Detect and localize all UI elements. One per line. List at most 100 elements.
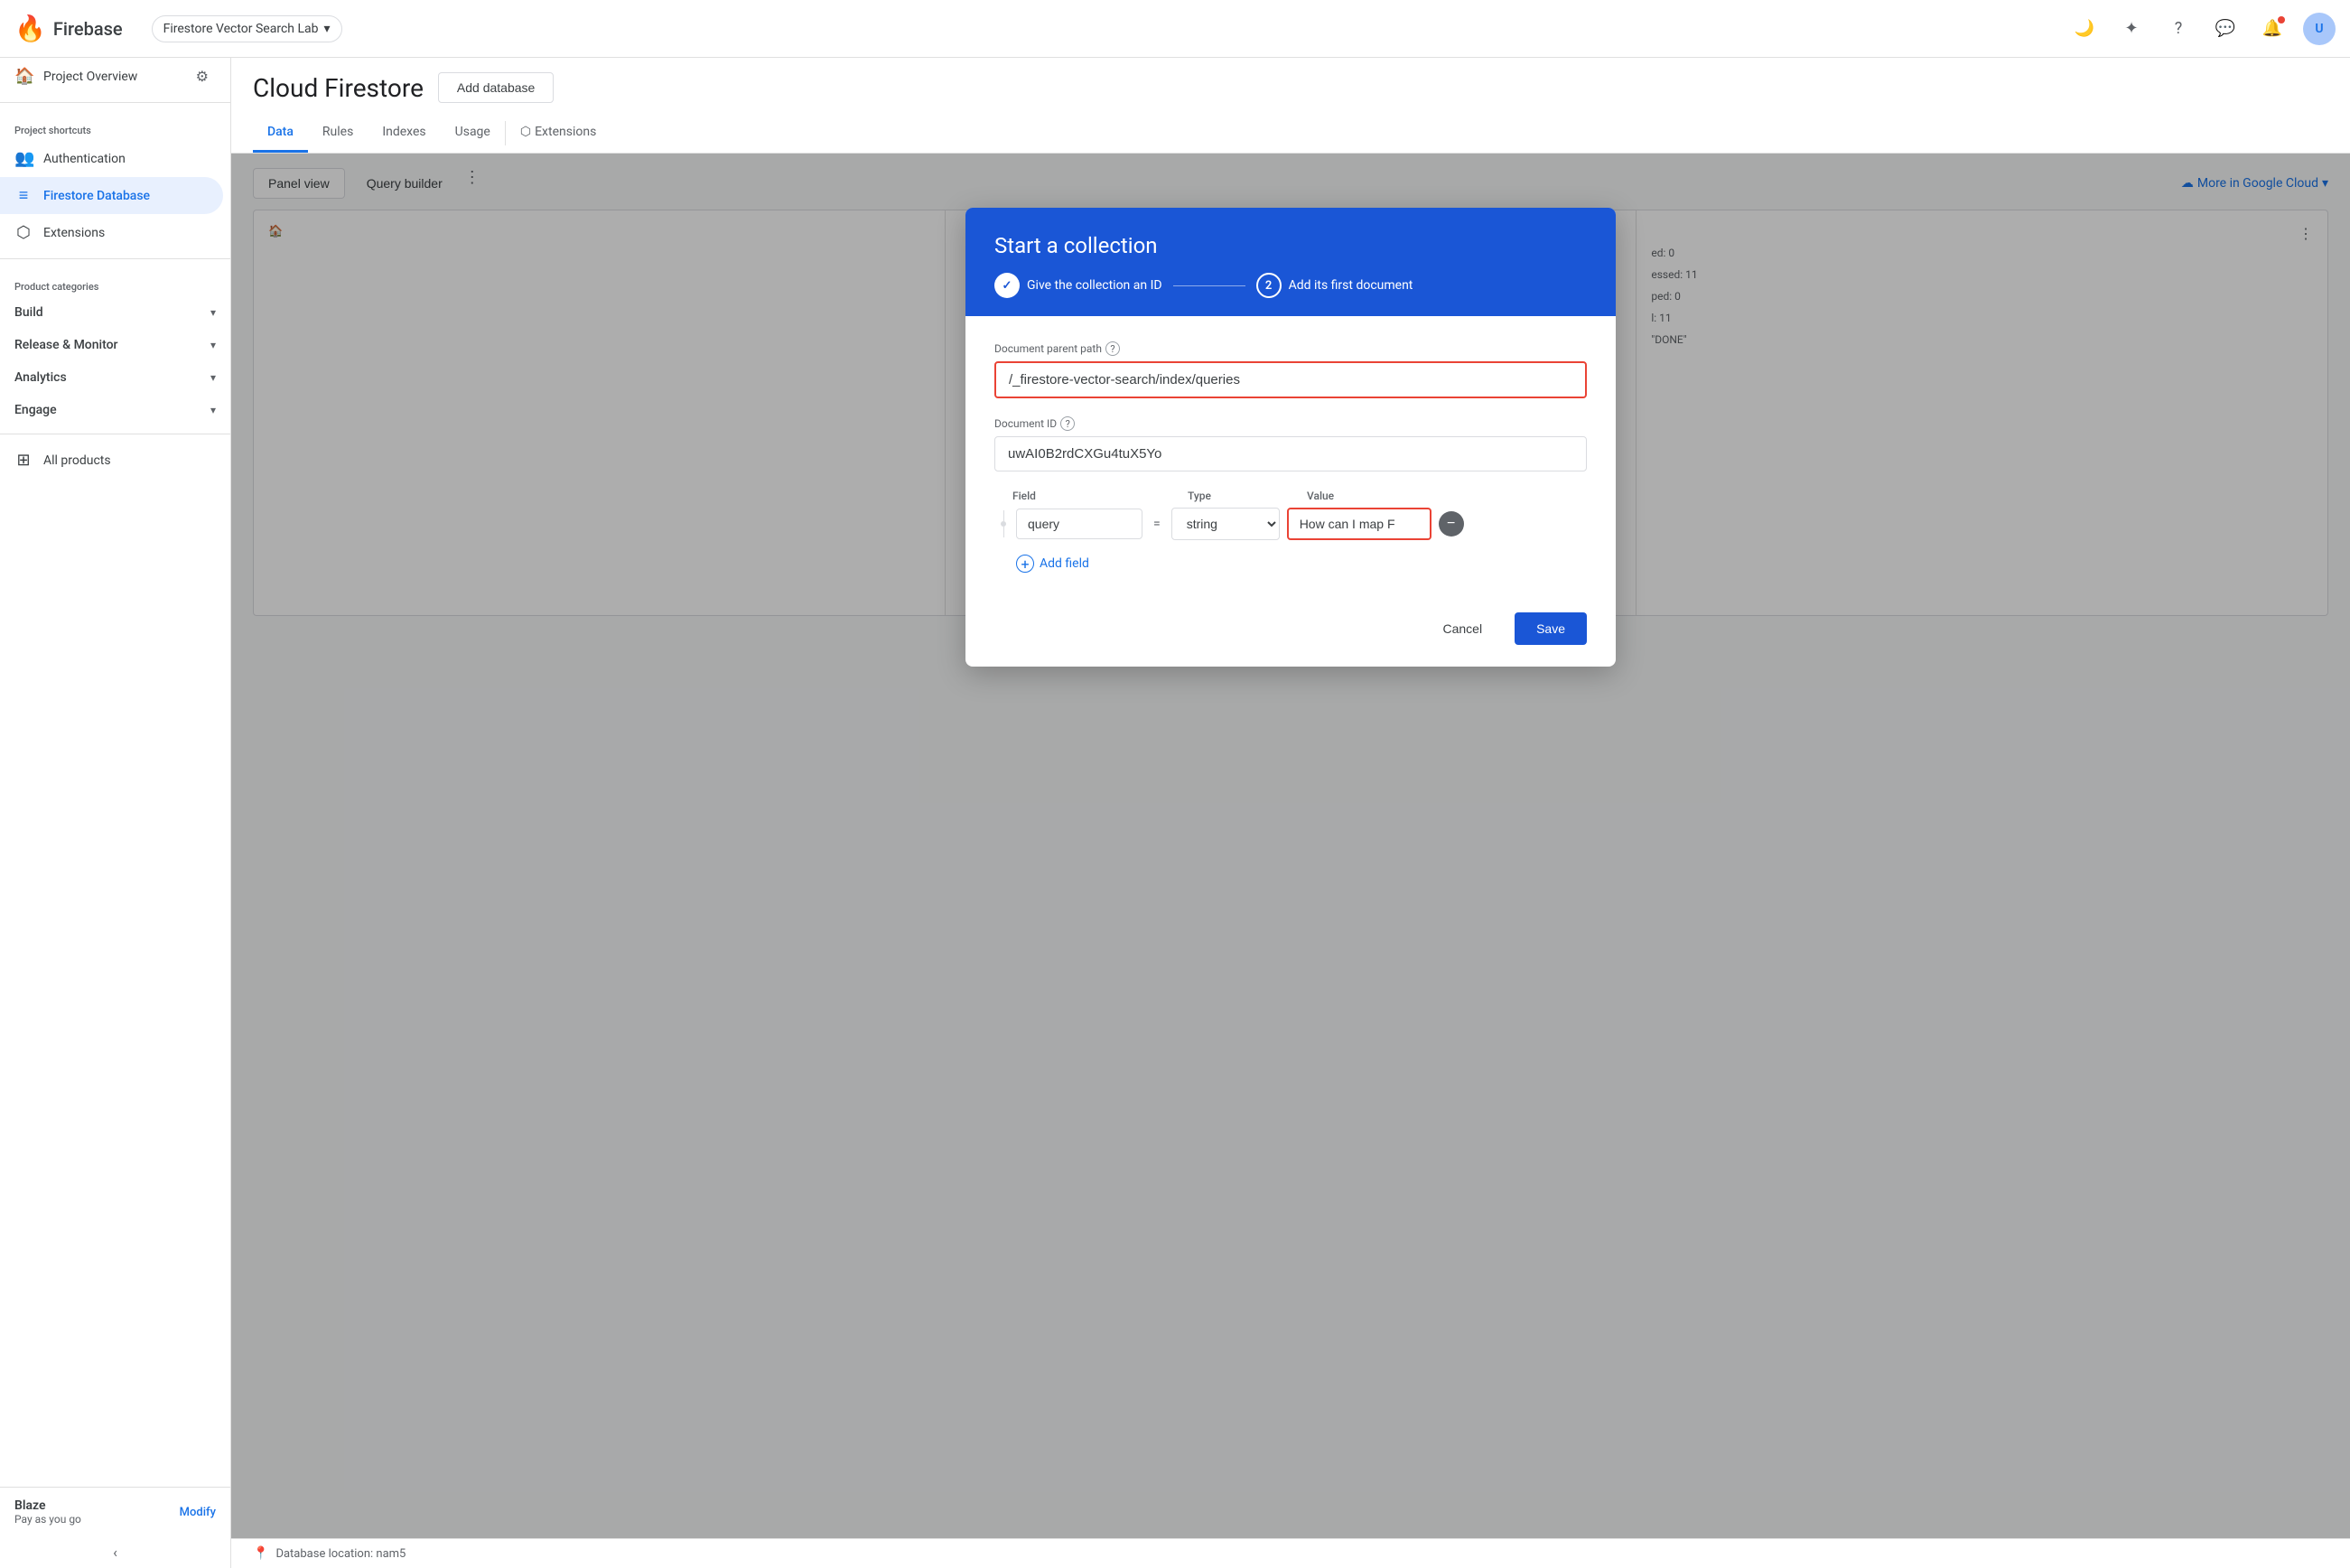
add-field-icon: + (1016, 555, 1034, 573)
step-line (1173, 285, 1245, 286)
field-row-decoration (994, 510, 1012, 537)
field-name-input[interactable] (1016, 509, 1142, 539)
sidebar-item-authentication[interactable]: 👥 Authentication (0, 140, 223, 177)
extensions-tab-label: Extensions (535, 125, 596, 139)
sidebar-item-project-overview[interactable]: 🏠 Project Overview ⚙ (0, 58, 223, 95)
extensions-tab-icon: ⬡ (520, 125, 531, 139)
field-value-input[interactable] (1287, 508, 1431, 540)
settings-icon[interactable]: ⚙ (196, 68, 209, 85)
engage-label: Engage (14, 403, 57, 417)
auth-icon: 👥 (14, 149, 33, 168)
add-field-label: Add field (1040, 556, 1089, 571)
step-2-label: Add its first document (1289, 278, 1413, 293)
step-1: ✓ Give the collection an ID (994, 273, 1162, 298)
field-row-container: = string number boolean map array null t… (994, 508, 1587, 540)
tab-extensions[interactable]: ⬡ Extensions (506, 114, 611, 153)
product-categories-label: Product categories (0, 266, 230, 296)
analytics-chevron: ▾ (210, 371, 216, 384)
field-col-header: Field (1012, 490, 1139, 502)
sidebar-item-firestore[interactable]: ≡ Firestore Database (0, 177, 223, 214)
type-col-header: Type (1188, 490, 1296, 502)
add-field-row[interactable]: + Add field (994, 555, 1587, 573)
dot-bottom (1003, 527, 1004, 537)
dropdown-icon: ▾ (323, 22, 330, 36)
field-headers: Field Type Value (994, 490, 1587, 502)
extensions-icon: ⬡ (14, 223, 33, 242)
step-1-label: Give the collection an ID (1027, 278, 1162, 293)
location-icon: 📍 (253, 1546, 268, 1561)
doc-id-help-icon[interactable]: ? (1060, 416, 1075, 431)
authentication-label: Authentication (43, 152, 126, 166)
sidebar-category-build[interactable]: Build ▾ (0, 296, 230, 329)
sparkle-icon[interactable]: ✦ (2115, 13, 2148, 45)
doc-id-input[interactable] (994, 436, 1587, 471)
field-inputs: = string number boolean map array null t… (1016, 508, 1464, 540)
main-layout: 🏠 Project Overview ⚙ Project shortcuts 👥… (0, 58, 2350, 1568)
spacer (1150, 490, 1177, 502)
firestore-label: Firestore Database (43, 189, 150, 203)
doc-parent-path-input[interactable] (994, 361, 1587, 398)
doc-path-help-icon[interactable]: ? (1105, 341, 1120, 356)
release-label: Release & Monitor (14, 338, 118, 352)
help-icon[interactable]: ? (2162, 13, 2195, 45)
chat-icon[interactable]: 💬 (2209, 13, 2242, 45)
content-area: Cloud Firestore Add database Data Rules … (231, 58, 2350, 1568)
add-database-button[interactable]: Add database (438, 72, 554, 103)
doc-parent-path-group: Document parent path ? (994, 341, 1587, 398)
page-header-top: Cloud Firestore Add database (253, 72, 2328, 103)
grid-icon: ⊞ (14, 451, 33, 470)
step-2-circle: 2 (1256, 273, 1282, 298)
home-icon: 🏠 (14, 67, 33, 86)
tab-indexes[interactable]: Indexes (368, 114, 440, 153)
firestore-icon: ≡ (14, 186, 33, 205)
engage-chevron: ▾ (210, 404, 216, 416)
sidebar-category-analytics[interactable]: Analytics ▾ (0, 361, 230, 394)
modal-dialog: Start a collection ✓ Give the collection… (965, 208, 1616, 667)
firebase-logo: 🔥 Firebase (14, 14, 123, 43)
plan-name: Blaze (14, 1498, 81, 1513)
location-text: Database location: nam5 (275, 1547, 406, 1561)
project-selector[interactable]: Firestore Vector Search Lab ▾ (152, 15, 342, 42)
page-header: Cloud Firestore Add database Data Rules … (231, 58, 2350, 154)
remove-field-button[interactable]: − (1439, 511, 1464, 537)
modal-header: Start a collection ✓ Give the collection… (965, 208, 1616, 316)
header-tabs: Data Rules Indexes Usage ⬡ Extensions (253, 114, 2328, 153)
doc-parent-path-label: Document parent path ? (994, 341, 1587, 356)
build-label: Build (14, 305, 43, 320)
sidebar: 🏠 Project Overview ⚙ Project shortcuts 👥… (0, 58, 231, 1568)
equals-sign: = (1150, 517, 1164, 531)
avatar[interactable]: U (2303, 13, 2336, 45)
top-header: 🔥 Firebase Firestore Vector Search Lab ▾… (0, 0, 2350, 58)
sidebar-divider-2 (0, 258, 230, 259)
cancel-button[interactable]: Cancel (1421, 612, 1504, 645)
dark-mode-icon[interactable]: 🌙 (2068, 13, 2101, 45)
step-2: 2 Add its first document (1256, 273, 1413, 298)
save-button[interactable]: Save (1515, 612, 1587, 645)
notification-icon[interactable]: 🔔 (2256, 13, 2289, 45)
blaze-plan: Blaze Pay as you go Modify (14, 1498, 216, 1526)
tab-usage[interactable]: Usage (441, 114, 505, 153)
blaze-info: Blaze Pay as you go (14, 1498, 81, 1526)
project-shortcuts-label: Project shortcuts (0, 110, 230, 140)
modal-overlay: Start a collection ✓ Give the collection… (231, 154, 2350, 1538)
sidebar-item-extensions[interactable]: ⬡ Extensions (0, 214, 223, 251)
modify-button[interactable]: Modify (180, 1506, 216, 1519)
collapse-sidebar-button[interactable]: ‹ (0, 1536, 230, 1568)
tab-rules[interactable]: Rules (308, 114, 368, 153)
flame-icon: 🔥 (14, 14, 46, 43)
step-1-circle: ✓ (994, 273, 1020, 298)
build-chevron: ▾ (210, 306, 216, 319)
notification-badge (2278, 16, 2285, 23)
type-select[interactable]: string number boolean map array null tim… (1171, 508, 1280, 540)
sidebar-category-release[interactable]: Release & Monitor ▾ (0, 329, 230, 361)
sidebar-item-all-products[interactable]: ⊞ All products (0, 442, 223, 479)
modal-body: Document parent path ? Document ID ? (965, 316, 1616, 598)
tab-data[interactable]: Data (253, 114, 308, 153)
release-chevron: ▾ (210, 339, 216, 351)
dot-top (1003, 510, 1004, 521)
brand-name: Firebase (53, 18, 123, 40)
sidebar-category-engage[interactable]: Engage ▾ (0, 394, 230, 426)
plan-sub: Pay as you go (14, 1513, 81, 1526)
all-products-label: All products (43, 453, 111, 468)
field-row: = string number boolean map array null t… (994, 508, 1587, 540)
